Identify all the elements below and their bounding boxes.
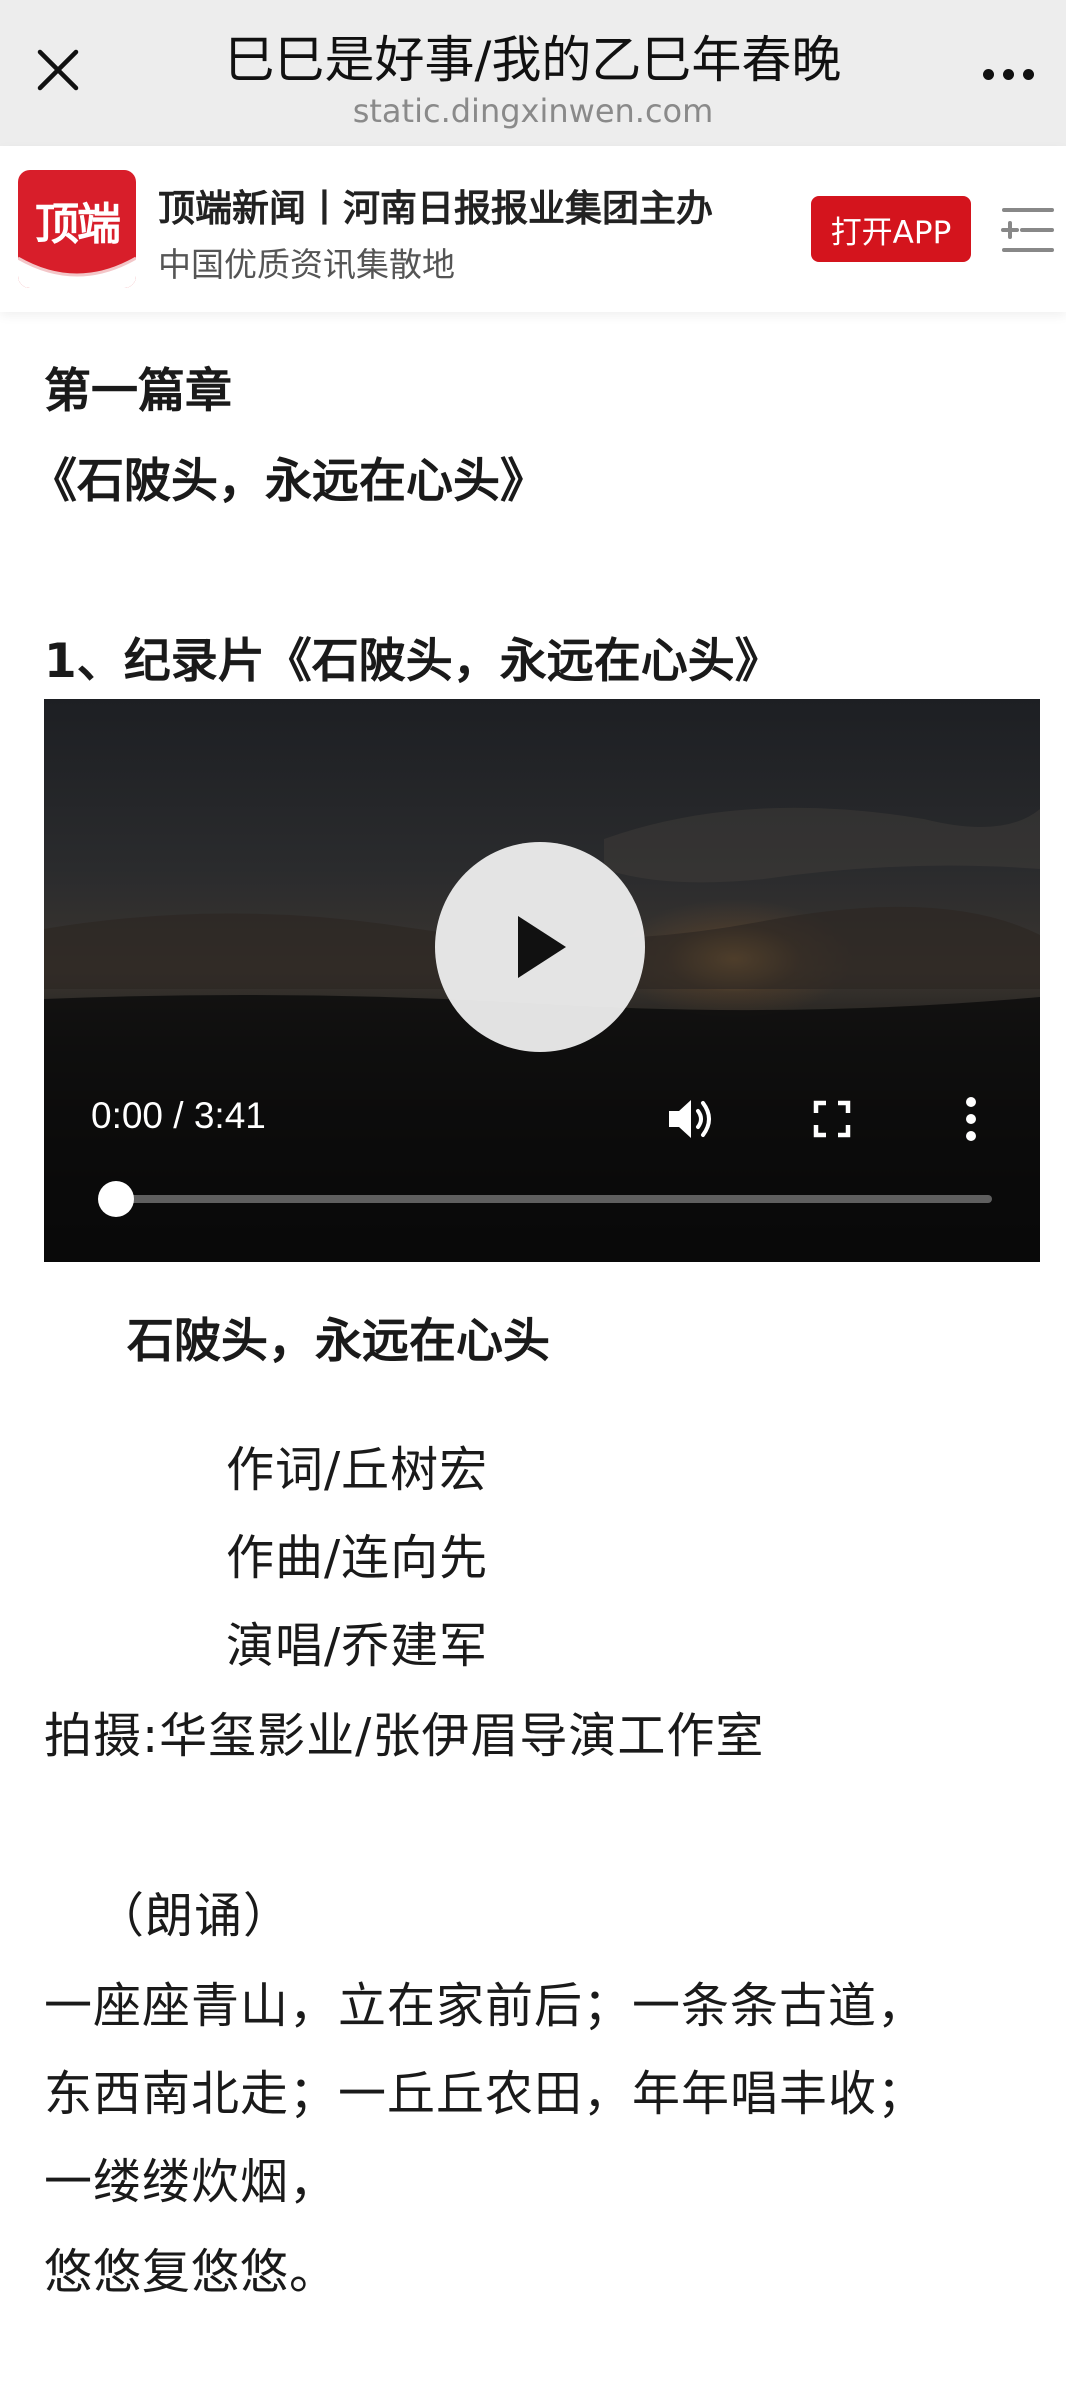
poem-line: 东西南北走；一丘丘农田，年年唱丰收； (44, 2066, 927, 2122)
site-name: 顶端新闻丨河南日报报业集团主办 (158, 186, 713, 230)
site-logo[interactable]: 顶端 (18, 170, 136, 288)
site-slogan: 中国优质资讯集散地 (158, 245, 455, 284)
credit-singer: 演唱/乔建军 (226, 1618, 489, 1674)
open-app-button[interactable]: 打开APP (811, 196, 971, 262)
recitation-label: （朗诵） (96, 1888, 293, 1944)
credit-composer: 作曲/连向先 (226, 1530, 489, 1586)
page-url: static.dingxinwen.com (352, 92, 714, 130)
song-title: 石陂头，永远在心头 (127, 1314, 550, 1369)
play-icon (518, 916, 566, 978)
filming-credit: 拍摄:华玺影业/张伊眉导演工作室 (44, 1708, 765, 1764)
site-header: 顶端 顶端新闻丨河南日报报业集团主办 中国优质资讯集散地 打开APP (0, 146, 1066, 312)
volume-icon[interactable] (661, 1089, 721, 1149)
browser-top-bar: 巳巳是好事/我的乙巳年春晚 static.dingxinwen.com (0, 0, 1066, 146)
chapter-label: 第一篇章 (44, 364, 232, 419)
close-button[interactable] (26, 38, 90, 102)
logo-curve (18, 256, 136, 288)
chapter-title: 《石陂头，永远在心头》 (30, 454, 547, 509)
logo-text: 顶端 (35, 199, 121, 250)
video-time: 0:00 / 3:41 (91, 1095, 266, 1136)
poem-line: 一缕缕炊烟， (44, 2154, 339, 2210)
section-title: 1、纪录片《石陂头，永远在心头》 (44, 634, 782, 689)
fullscreen-icon[interactable] (802, 1089, 862, 1149)
video-player[interactable]: 0:00 / 3:41 (44, 699, 1040, 1262)
credit-lyricist: 作词/丘树宏 (226, 1442, 489, 1498)
poem-line: 一座座青山，立在家前后；一条条古道， (44, 1978, 927, 2034)
video-progress-bar[interactable] (98, 1181, 992, 1217)
play-button[interactable] (435, 842, 645, 1052)
close-icon (37, 49, 79, 91)
page-title: 巳巳是好事/我的乙巳年春晚 (224, 31, 842, 89)
video-progress-thumb[interactable] (98, 1181, 134, 1217)
video-more-icon[interactable] (941, 1089, 1001, 1149)
poem-line: 悠悠复悠悠。 (44, 2244, 339, 2300)
more-button[interactable] (972, 44, 1044, 104)
menu-icon[interactable] (996, 200, 1056, 260)
more-icon (982, 68, 994, 80)
